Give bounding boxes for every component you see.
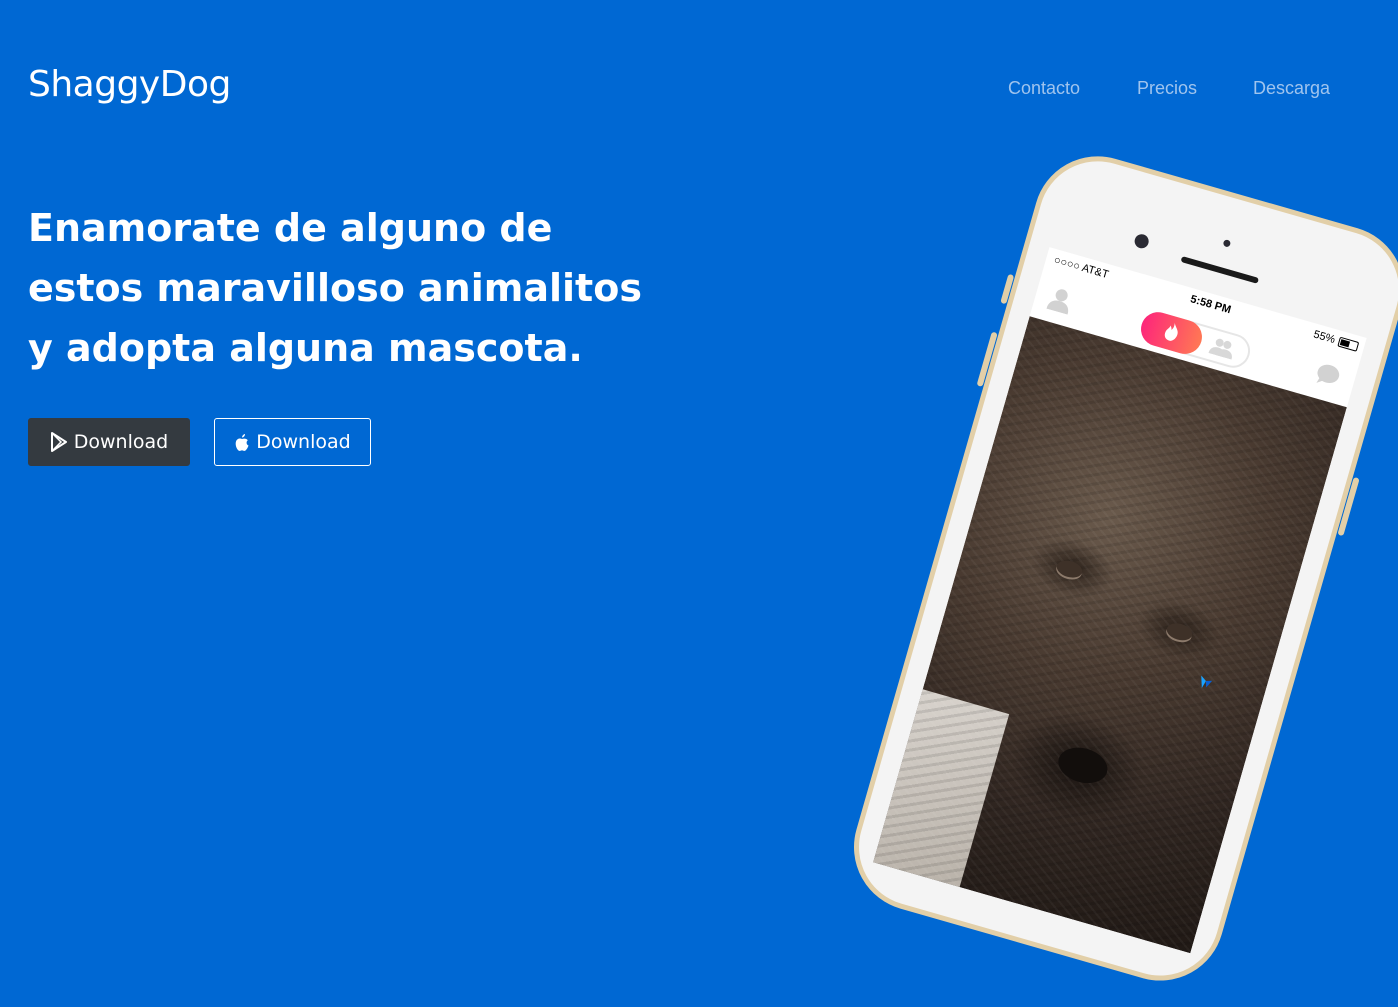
google-play-download-label: Download [73, 431, 169, 453]
nav-link-descarga[interactable]: Descarga [1253, 78, 1330, 99]
status-battery: 55% [1311, 328, 1337, 347]
app-store-download-label: Download [256, 431, 351, 453]
phone-body: ○○○○ AT&T 5:58 PM 55% [838, 141, 1398, 996]
phone-camera [1132, 232, 1151, 250]
phone-mockup: ○○○○ AT&T 5:58 PM 55% [814, 101, 1398, 996]
apple-icon [234, 433, 250, 452]
people-icon [1207, 336, 1236, 365]
google-play-download-button[interactable]: Download [28, 418, 190, 466]
fur-texture [873, 316, 1347, 954]
hero-headline-line-2: estos maravilloso animalitos [28, 266, 642, 310]
nav-link-precios[interactable]: Precios [1137, 78, 1197, 99]
chat-icon [1313, 362, 1344, 395]
main-nav: Contacto Precios Descarga [0, 78, 1398, 104]
google-play-icon [50, 432, 68, 452]
battery-icon [1337, 336, 1360, 352]
hero-headline-line-3: y adopta alguna mascota. [28, 326, 583, 370]
phone-sensor [1222, 239, 1232, 248]
app-store-download-button[interactable]: Download [214, 418, 371, 466]
hero-headline-line-1: Enamorate de alguno de [28, 206, 553, 250]
flame-icon [1160, 319, 1182, 347]
phone-screen: ○○○○ AT&T 5:58 PM 55% [873, 247, 1367, 954]
hero-headline: Enamorate de alguno de estos maravilloso… [28, 198, 708, 378]
phone-speaker [1180, 256, 1260, 284]
nav-link-contacto[interactable]: Contacto [1008, 78, 1080, 99]
dog-photo [873, 316, 1347, 954]
profile-icon [1045, 286, 1074, 320]
